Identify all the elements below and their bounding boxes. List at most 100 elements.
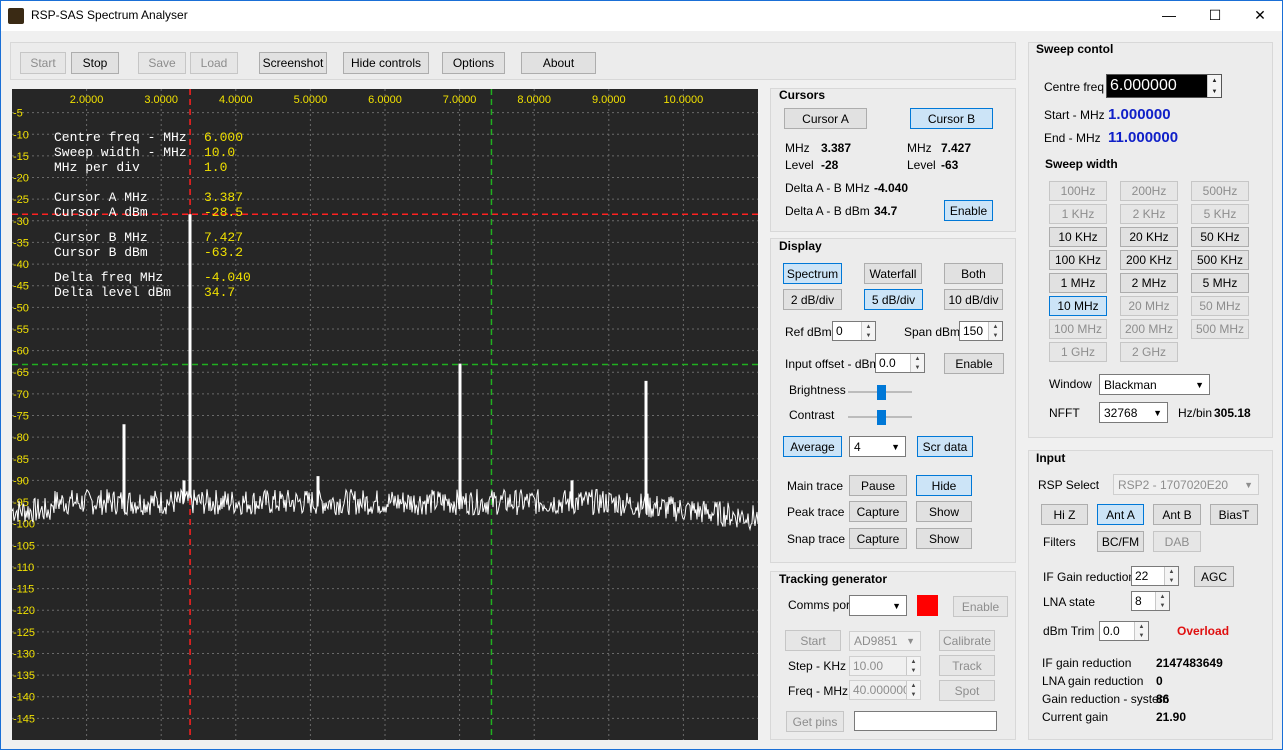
5db-div-button[interactable]: 5 dB/div [864,289,923,310]
tracking-start-button[interactable]: Start [785,630,841,651]
if-gain-reduction-input[interactable]: 22 ▲ ▼ [1131,566,1179,586]
agc-button[interactable]: AGC [1194,566,1234,587]
snap-trace-capture-button[interactable]: Capture [849,528,907,549]
2db-div-button[interactable]: 2 dB/div [783,289,842,310]
sweep-width-1-mhz-button[interactable]: 1 MHz [1049,273,1107,293]
options-button[interactable]: Options [442,52,505,74]
close-button[interactable]: ✕ [1237,0,1283,30]
scr-data-button[interactable]: Scr data [917,436,973,457]
dbm-trim-spinner[interactable]: ▲ ▼ [1134,622,1148,640]
brightness-slider-thumb[interactable] [876,385,886,400]
cursor-b-button[interactable]: Cursor B [910,108,993,129]
input-offset-input[interactable]: 0.0 ▲ ▼ [875,353,925,373]
rsp-select[interactable]: RSP2 - 1707020E20 ▼ [1113,474,1259,495]
main-trace-pause-button[interactable]: Pause [849,475,907,496]
span-dbm-spinner[interactable]: ▲ ▼ [988,322,1002,340]
dab-button[interactable]: DAB [1153,531,1201,552]
biast-button[interactable]: BiasT [1210,504,1258,525]
cursor-a-button[interactable]: Cursor A [784,108,867,129]
screenshot-button[interactable]: Screenshot [259,52,327,74]
step-khz-input[interactable]: 10.00 ▲ ▼ [849,656,921,676]
overlay-value: -28.5 [204,205,244,220]
average-button[interactable]: Average [783,436,842,457]
calibrate-button[interactable]: Calibrate [939,630,995,651]
get-pins-button[interactable]: Get pins [786,711,844,732]
ref-dbm-spinner[interactable]: ▲ ▼ [861,322,875,340]
peak-trace-capture-button[interactable]: Capture [849,501,907,522]
main-trace-hide-button[interactable]: Hide [916,475,972,496]
sweep-width-2-mhz-button[interactable]: 2 MHz [1120,273,1178,293]
sweep-width-50-khz-button[interactable]: 50 KHz [1191,227,1249,247]
sweep-width-2-ghz-button[interactable]: 2 GHz [1120,342,1178,362]
centre-freq-spinner[interactable]: ▲ ▼ [1207,75,1221,97]
span-dbm-input[interactable]: 150 ▲ ▼ [959,321,1003,341]
bc-fm-button[interactable]: BC/FM [1097,531,1144,552]
save-button[interactable]: Save [138,52,186,74]
hi-z-button[interactable]: Hi Z [1041,504,1088,525]
about-button[interactable]: About [521,52,596,74]
sweep-width-100hz-button[interactable]: 100Hz [1049,181,1107,201]
sweep-width-500-khz-button[interactable]: 500 KHz [1191,250,1249,270]
stop-button[interactable]: Stop [71,52,119,74]
dbm-trim-input[interactable]: 0.0 ▲ ▼ [1099,621,1149,641]
sweep-width-1-khz-button[interactable]: 1 KHz [1049,204,1107,224]
y-tick-label: -55 [13,324,29,336]
spectrum-button[interactable]: Spectrum [783,263,842,284]
spectrum-display[interactable]: 2.0000 3.0000 4.0000 5.0000 6.0000 7.0000 8.00… [12,89,758,740]
contrast-slider[interactable] [848,410,912,425]
sweep-width-5-mhz-button[interactable]: 5 MHz [1191,273,1249,293]
contrast-slider-thumb[interactable] [876,410,886,425]
input-offset-spinner[interactable]: ▲ ▼ [910,354,924,372]
start-button[interactable]: Start [20,52,66,74]
lna-state-spinner[interactable]: ▲ ▼ [1155,592,1169,610]
sweep-width-2-khz-button[interactable]: 2 KHz [1120,204,1178,224]
sweep-width-20-khz-button[interactable]: 20 KHz [1120,227,1178,247]
step-khz-spinner[interactable]: ▲ ▼ [906,657,920,675]
load-button[interactable]: Load [190,52,238,74]
maximize-button[interactable]: ☐ [1192,0,1238,30]
sweep-width-5-khz-button[interactable]: 5 KHz [1191,204,1249,224]
offset-enable-button[interactable]: Enable [944,353,1004,374]
spectrum-plot[interactable]: 2.0000 3.0000 4.0000 5.0000 6.0000 7.0000 8.00… [12,89,758,740]
ref-dbm-input[interactable]: 0 ▲ ▼ [832,321,876,341]
pins-field[interactable] [854,711,997,731]
sweep-width-200hz-button[interactable]: 200Hz [1120,181,1178,201]
average-select[interactable]: 4 ▼ [849,436,906,457]
nfft-select[interactable]: 32768 ▼ [1099,402,1168,423]
freq-mhz-input[interactable]: 40.000000 ▲ ▼ [849,680,921,700]
ant-b-button[interactable]: Ant B [1153,504,1201,525]
title-bar[interactable] [0,0,1283,31]
sweep-width-10-mhz-button[interactable]: 10 MHz [1049,296,1107,316]
sweep-width-500-mhz-button[interactable]: 500 MHz [1191,319,1249,339]
hide-controls-button[interactable]: Hide controls [343,52,429,74]
minimize-button[interactable]: — [1146,0,1192,30]
lna-state-input[interactable]: 8 ▲ ▼ [1131,591,1170,611]
comms-port-select[interactable]: ▼ [849,595,907,616]
peak-trace-show-button[interactable]: Show [916,501,972,522]
cursors-enable-button[interactable]: Enable [944,200,993,221]
sweep-width-100-khz-button[interactable]: 100 KHz [1049,250,1107,270]
ant-a-button[interactable]: Ant A [1097,504,1144,525]
sweep-width-100-mhz-button[interactable]: 100 MHz [1049,319,1107,339]
sweep-width-1-ghz-button[interactable]: 1 GHz [1049,342,1107,362]
sweep-width-20-mhz-button[interactable]: 20 MHz [1120,296,1178,316]
window-select[interactable]: Blackman ▼ [1099,374,1210,395]
centre-freq-input[interactable]: 6.000000 ▲ ▼ [1106,74,1222,98]
chip-select[interactable]: AD9851 ▼ [849,631,921,651]
freq-mhz-spinner[interactable]: ▲ ▼ [906,681,920,699]
sweep-width-10-khz-button[interactable]: 10 KHz [1049,227,1107,247]
brightness-slider[interactable] [848,385,912,400]
track-button[interactable]: Track [939,655,995,676]
sweep-width-500hz-button[interactable]: 500Hz [1191,181,1249,201]
spot-button[interactable]: Spot [939,680,995,701]
both-button[interactable]: Both [944,263,1003,284]
snap-trace-show-button[interactable]: Show [916,528,972,549]
if-gain-spinner[interactable]: ▲ ▼ [1164,567,1178,585]
delta-dbm-value: 34.7 [874,204,898,218]
waterfall-button[interactable]: Waterfall [864,263,922,284]
10db-div-button[interactable]: 10 dB/div [944,289,1003,310]
sweep-width-200-khz-button[interactable]: 200 KHz [1120,250,1178,270]
sweep-width-50-mhz-button[interactable]: 50 MHz [1191,296,1249,316]
tracking-enable-button[interactable]: Enable [953,596,1008,617]
sweep-width-200-mhz-button[interactable]: 200 MHz [1120,319,1178,339]
